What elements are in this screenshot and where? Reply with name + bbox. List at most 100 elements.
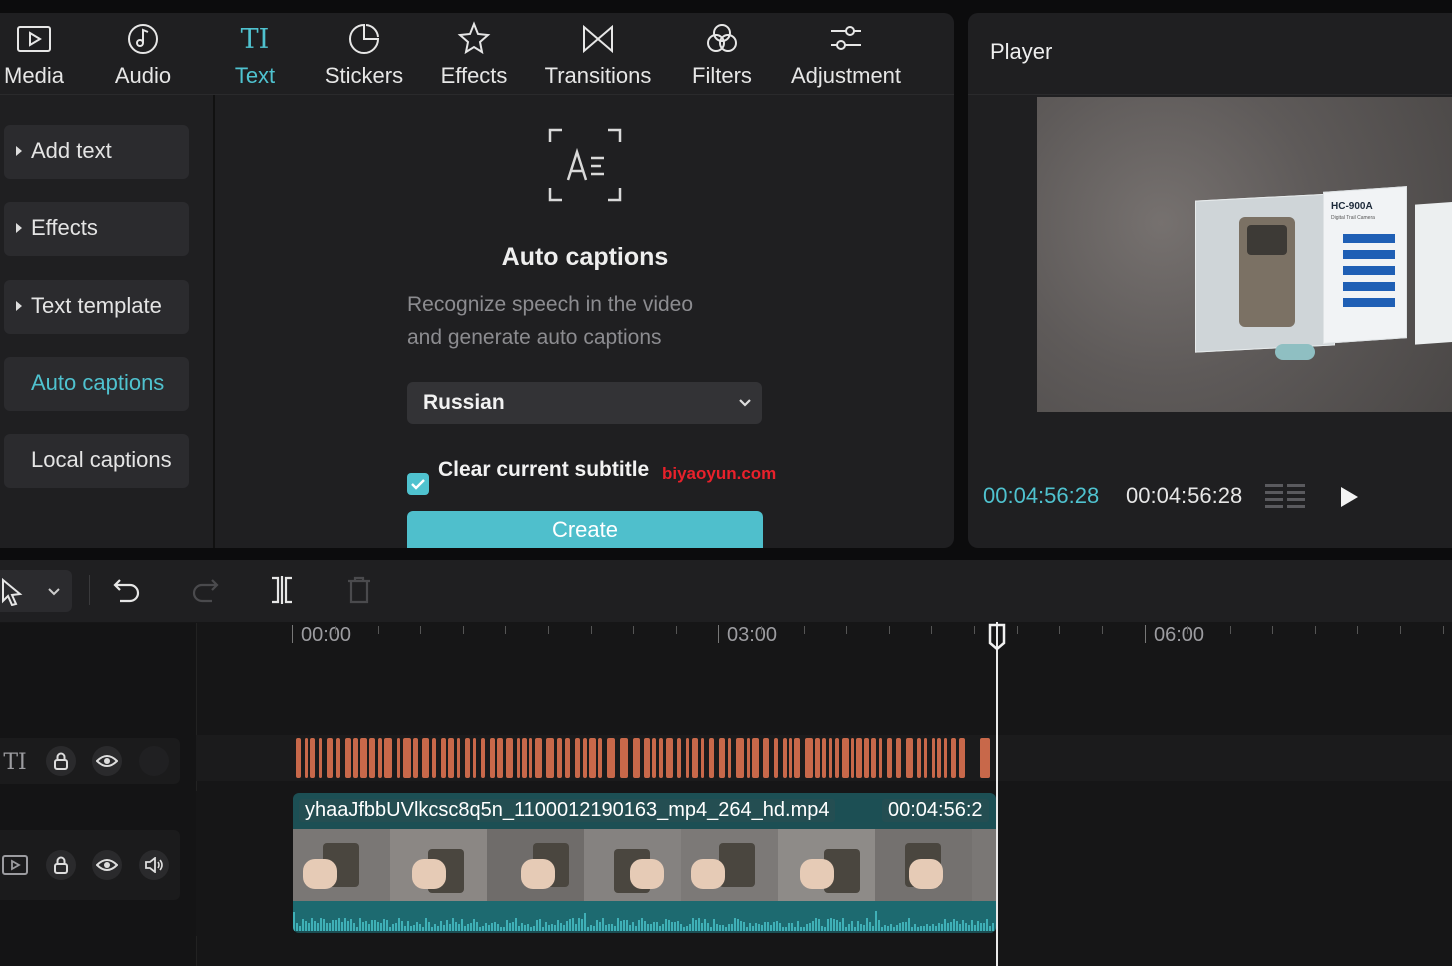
caption-block[interactable] <box>659 738 663 778</box>
redo-icon[interactable] <box>190 576 220 604</box>
caption-block[interactable] <box>369 738 375 778</box>
caption-block[interactable] <box>736 738 744 778</box>
caption-block[interactable] <box>644 738 650 778</box>
caption-block[interactable] <box>666 738 673 778</box>
caption-block[interactable] <box>980 738 990 778</box>
caption-block[interactable] <box>620 738 628 778</box>
caption-block[interactable] <box>497 738 503 778</box>
volume-icon[interactable] <box>139 850 169 880</box>
caption-block[interactable] <box>677 738 681 778</box>
tab-effects[interactable]: Effects <box>432 13 516 95</box>
tab-media[interactable]: Media <box>0 13 68 95</box>
caption-block[interactable] <box>441 738 446 778</box>
caption-block[interactable] <box>686 738 689 778</box>
caption-block[interactable] <box>465 738 470 778</box>
sidebar-item-effects[interactable]: Effects <box>4 202 189 256</box>
clear-subtitle-checkbox[interactable] <box>407 473 429 495</box>
caption-block[interactable] <box>652 738 656 778</box>
caption-block[interactable] <box>842 738 849 778</box>
caption-block[interactable] <box>490 738 495 778</box>
undo-icon[interactable] <box>112 576 142 604</box>
playhead[interactable] <box>996 622 998 966</box>
caption-block[interactable] <box>633 738 640 778</box>
caption-block[interactable] <box>397 738 400 778</box>
split-icon[interactable] <box>268 574 296 606</box>
caption-block[interactable] <box>805 738 813 778</box>
caption-block[interactable] <box>529 738 532 778</box>
lock-icon[interactable] <box>46 850 76 880</box>
eye-icon[interactable] <box>92 746 122 776</box>
sidebar-item-auto-captions[interactable]: Auto captions <box>4 357 189 411</box>
caption-block[interactable] <box>473 738 476 778</box>
caption-block[interactable] <box>709 738 714 778</box>
caption-block[interactable] <box>575 738 580 778</box>
caption-block[interactable] <box>774 738 778 778</box>
ratio-grid-icon[interactable] <box>1265 482 1309 512</box>
language-select[interactable]: Russian <box>407 382 762 424</box>
caption-block[interactable] <box>413 738 418 778</box>
playhead-handle-icon[interactable] <box>987 623 1007 651</box>
caption-block[interactable] <box>944 738 947 778</box>
caption-block[interactable] <box>692 738 698 778</box>
caption-block[interactable] <box>959 738 965 778</box>
caption-block[interactable] <box>305 738 308 778</box>
sidebar-item-text-template[interactable]: Text template <box>4 280 189 334</box>
play-icon[interactable] <box>1338 485 1360 509</box>
caption-block[interactable] <box>384 738 392 778</box>
caption-block[interactable] <box>448 738 454 778</box>
sidebar-item-add-text[interactable]: Add text <box>4 125 189 179</box>
caption-block[interactable] <box>517 738 520 778</box>
tab-audio[interactable]: Audio <box>103 13 183 95</box>
eye-icon[interactable] <box>92 850 122 880</box>
caption-block[interactable] <box>822 738 826 778</box>
video-clip[interactable]: yhaaJfbbUVlkcsc8q5n_1100012190163_mp4_26… <box>293 793 996 933</box>
caption-block[interactable] <box>937 738 941 778</box>
caption-block[interactable] <box>879 738 882 778</box>
lock-icon[interactable] <box>46 746 76 776</box>
caption-block[interactable] <box>789 738 792 778</box>
caption-block[interactable] <box>583 738 587 778</box>
caption-block[interactable] <box>378 738 382 778</box>
caption-block[interactable] <box>535 738 542 778</box>
caption-block[interactable] <box>924 738 927 778</box>
caption-block[interactable] <box>896 738 901 778</box>
caption-block[interactable] <box>546 738 554 778</box>
caption-block[interactable] <box>951 738 956 778</box>
caption-block[interactable] <box>871 738 876 778</box>
caption-block[interactable] <box>327 738 333 778</box>
caption-block[interactable] <box>481 738 485 778</box>
caption-block[interactable] <box>403 738 411 778</box>
caption-block[interactable] <box>794 738 800 778</box>
caption-block[interactable] <box>829 738 832 778</box>
caption-block[interactable] <box>457 738 460 778</box>
caption-block[interactable] <box>763 738 769 778</box>
caption-block[interactable] <box>319 738 322 778</box>
caption-block[interactable] <box>887 738 892 778</box>
caption-block[interactable] <box>310 738 315 778</box>
tab-text[interactable]: TI Text <box>220 13 290 95</box>
tab-transitions[interactable]: Transitions <box>537 13 659 95</box>
caption-clips[interactable] <box>296 738 996 778</box>
tab-adjustment[interactable]: Adjustment <box>782 13 910 95</box>
caption-block[interactable] <box>607 738 615 778</box>
caption-block[interactable] <box>752 738 759 778</box>
caption-block[interactable] <box>917 738 921 778</box>
caption-block[interactable] <box>565 738 570 778</box>
caption-block[interactable] <box>864 738 869 778</box>
caption-block[interactable] <box>422 738 429 778</box>
select-tool-button[interactable] <box>0 570 72 612</box>
caption-block[interactable] <box>598 738 602 778</box>
create-button[interactable]: Create <box>407 511 763 548</box>
sidebar-item-local-captions[interactable]: Local captions <box>4 434 189 488</box>
caption-block[interactable] <box>932 738 935 778</box>
caption-block[interactable] <box>432 738 436 778</box>
caption-block[interactable] <box>906 738 913 778</box>
caption-block[interactable] <box>557 738 562 778</box>
caption-block[interactable] <box>747 738 750 778</box>
caption-block[interactable] <box>360 738 367 778</box>
caption-block[interactable] <box>589 738 596 778</box>
caption-block[interactable] <box>835 738 839 778</box>
caption-block[interactable] <box>851 738 854 778</box>
caption-block[interactable] <box>856 738 862 778</box>
caption-block[interactable] <box>719 738 725 778</box>
